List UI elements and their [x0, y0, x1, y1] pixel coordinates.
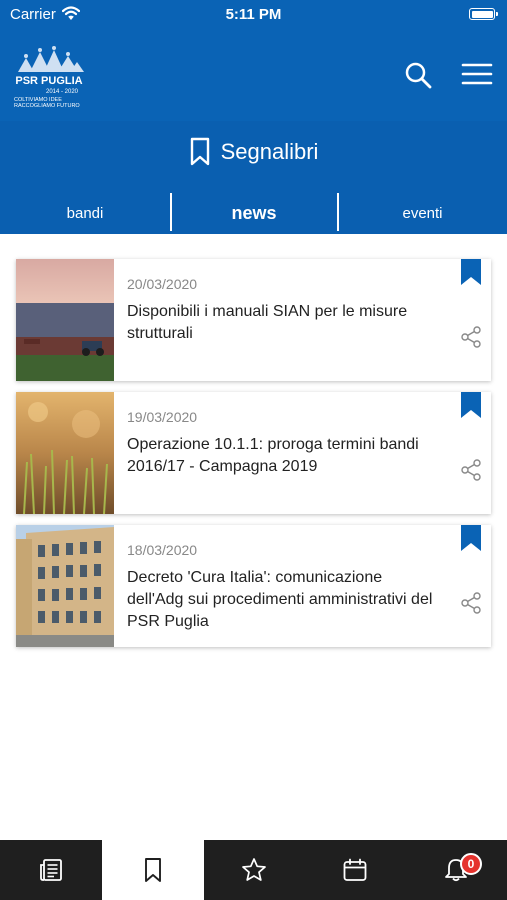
status-bar: Carrier 5:11 PM	[0, 0, 507, 28]
tabbar-news[interactable]	[0, 840, 102, 900]
news-card[interactable]: 20/03/2020 Disponibili i manuali SIAN pe…	[16, 259, 491, 381]
tabbar-bookmarks[interactable]	[102, 840, 204, 900]
logo-title: PSR PUGLIA	[15, 75, 82, 87]
bookmarks-header: Segnalibri bandi news eventi	[0, 121, 507, 234]
share-icon[interactable]	[461, 326, 481, 348]
news-card[interactable]: 18/03/2020 Decreto 'Cura Italia': comuni…	[16, 525, 491, 647]
calendar-icon	[343, 858, 367, 881]
notification-badge: 0	[460, 853, 482, 875]
psr-puglia-logo[interactable]: PSR PUGLIA 2014 - 2020 COLTIVIAMO IDEE R…	[10, 38, 88, 112]
bookmark-filled-icon[interactable]	[461, 525, 481, 551]
tabbar-events[interactable]	[304, 840, 406, 900]
news-title[interactable]: Decreto 'Cura Italia': comunicazione del…	[127, 567, 437, 633]
news-title[interactable]: Operazione 10.1.1: proroga termini bandi…	[127, 434, 437, 478]
logo-years: 2014 - 2020	[46, 89, 79, 95]
battery-icon	[469, 8, 498, 20]
page-title: Segnalibri	[220, 139, 319, 164]
news-date: 20/03/2020	[127, 276, 198, 292]
app-header: PSR PUGLIA 2014 - 2020 COLTIVIAMO IDEE R…	[0, 28, 507, 121]
tabbar-notifications[interactable]: 0	[405, 840, 507, 900]
bookmark-icon	[145, 858, 161, 882]
bookmark-filled-icon[interactable]	[461, 259, 481, 285]
news-thumbnail	[16, 259, 114, 381]
logo-tagline-2: RACCOGLIAMO FUTURO	[14, 103, 80, 109]
news-date: 18/03/2020	[127, 542, 198, 558]
share-icon[interactable]	[461, 459, 481, 481]
tabbar-favorites[interactable]	[203, 840, 305, 900]
news-title[interactable]: Disponibili i manuali SIAN per le misure…	[127, 301, 437, 345]
news-thumbnail	[16, 525, 114, 647]
news-card[interactable]: 19/03/2020 Operazione 10.1.1: proroga te…	[16, 392, 491, 514]
tab-news[interactable]: news	[170, 193, 338, 233]
bookmark-filled-icon[interactable]	[461, 392, 481, 418]
tab-bandi[interactable]: bandi	[0, 193, 170, 233]
search-icon[interactable]	[404, 61, 432, 89]
news-date: 19/03/2020	[127, 409, 198, 425]
page-title-row: Segnalibri	[0, 135, 507, 169]
news-thumbnail	[16, 392, 114, 514]
segment-tabs: bandi news eventi	[0, 193, 507, 233]
tab-eventi[interactable]: eventi	[338, 193, 507, 233]
star-icon	[242, 858, 266, 881]
clock: 5:11 PM	[225, 6, 282, 23]
news-list-icon	[40, 859, 62, 881]
share-icon[interactable]	[461, 592, 481, 614]
bookmark-outline-icon	[190, 137, 209, 166]
bottom-tab-bar: 0	[0, 840, 507, 900]
menu-icon[interactable]	[461, 62, 493, 86]
